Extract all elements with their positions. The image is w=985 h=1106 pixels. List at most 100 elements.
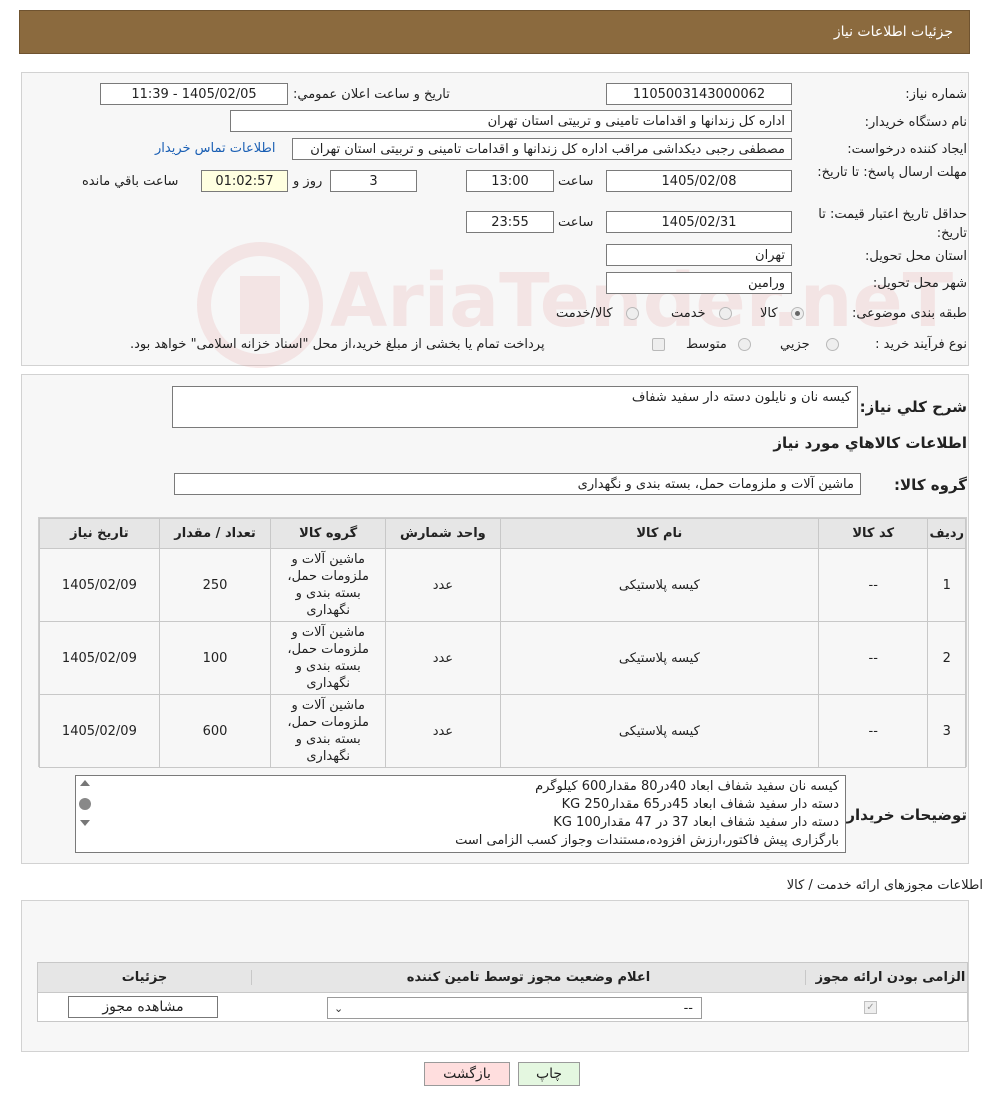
buyer-notes-line: دسته دار سفید شفاف ابعاد 45در65 مقدار250… bbox=[561, 797, 839, 812]
permit-status-select[interactable]: -- ⌄ bbox=[327, 997, 702, 1019]
col-header-name: نام کالا bbox=[499, 518, 820, 549]
process-radio-medium[interactable] bbox=[738, 338, 751, 351]
deadline-label: مهلت ارسال پاسخ: تا تاريخ: bbox=[817, 165, 967, 180]
cell-row: 1 bbox=[927, 548, 966, 622]
buyer-notes-line: دسته دار سفید شفاف ابعاد 37 در 47 مقدار1… bbox=[553, 815, 839, 830]
cell-code: -- bbox=[817, 548, 929, 622]
category-radio-goods[interactable] bbox=[791, 307, 804, 320]
buyer-contact-link[interactable]: اطلاعات تماس خريدار bbox=[155, 141, 275, 156]
category-option-service: خدمت bbox=[671, 306, 706, 321]
city-field: ورامين bbox=[606, 272, 792, 294]
col-header-row: رديف bbox=[927, 518, 966, 549]
permits-table-header: الزامی بودن ارائه مجوز اعلام وضعیت مجوز … bbox=[38, 963, 967, 993]
cell-unit: عدد bbox=[385, 694, 501, 768]
items-table-wrapper: رديف کد کالا نام کالا واحد شمارش گروه کا… bbox=[38, 517, 967, 768]
cell-group: ماشین آلات و ملزومات حمل، بسته بندی و نگ… bbox=[270, 694, 387, 768]
scroll-down-icon[interactable] bbox=[80, 820, 90, 826]
buyer-notes-line: کیسه نان سفید شفاف ابعاد 40در80 مقدار600… bbox=[535, 779, 839, 794]
items-table: رديف کد کالا نام کالا واحد شمارش گروه کا… bbox=[39, 518, 966, 768]
buyer-notes-textarea[interactable]: کیسه نان سفید شفاف ابعاد 40در80 مقدار600… bbox=[75, 775, 846, 853]
buyer-notes-label: توضيحات خريدار: bbox=[840, 806, 967, 824]
announce-field: 1405/02/05 - 11:39 bbox=[100, 83, 288, 105]
cell-name: کیسه پلاستیکی bbox=[499, 694, 820, 768]
deadline-time-label: ساعت bbox=[558, 174, 594, 189]
category-option-goods: کالا bbox=[760, 306, 778, 321]
process-option-minor: جزيي bbox=[780, 337, 810, 352]
cell-group: ماشین آلات و ملزومات حمل، بسته بندی و نگ… bbox=[270, 621, 387, 695]
permits-header-required: الزامی بودن ارائه مجوز bbox=[815, 970, 966, 985]
cell-group: ماشین آلات و ملزومات حمل، بسته بندی و نگ… bbox=[270, 548, 387, 622]
remaining-label: ساعت باقي مانده bbox=[82, 174, 179, 189]
days-field: 3 bbox=[330, 170, 417, 192]
back-button[interactable]: بازگشت bbox=[424, 1062, 510, 1086]
validity-label: حداقل تاريخ اعتبار قيمت: تا تاريخ: bbox=[818, 207, 967, 241]
cell-row: 3 bbox=[927, 694, 966, 768]
cell-name: کیسه پلاستیکی bbox=[499, 621, 820, 695]
treasury-checkbox[interactable] bbox=[652, 338, 665, 351]
page-title: جزئیات اطلاعات نیاز bbox=[833, 24, 953, 40]
notes-scrollbar[interactable] bbox=[76, 776, 94, 852]
chevron-down-icon: ⌄ bbox=[334, 1002, 344, 1015]
category-option-both: کالا/خدمت bbox=[556, 306, 613, 321]
buyer-field: اداره کل زندانها و اقدامات تامینی و تربی… bbox=[230, 110, 792, 132]
days-label: روز و bbox=[293, 174, 323, 189]
goods-group-field: ماشین آلات و ملزومات حمل، بسته بندی و نگ… bbox=[174, 473, 861, 495]
cell-code: -- bbox=[817, 621, 929, 695]
buyer-notes-line: بارگزاری پیش فاکتور،ارزش افزوده،مستندات … bbox=[455, 833, 839, 848]
creator-label: ايجاد کننده درخواست: bbox=[847, 142, 967, 157]
page-header: جزئیات اطلاعات نیاز bbox=[19, 10, 970, 54]
process-note: پرداخت تمام يا بخشی از مبلغ خريد،از محل … bbox=[130, 337, 545, 352]
category-radio-service[interactable] bbox=[719, 307, 732, 320]
permits-table: الزامی بودن ارائه مجوز اعلام وضعیت مجوز … bbox=[37, 962, 968, 1022]
cell-date: 1405/02/09 bbox=[39, 694, 160, 768]
goods-section-title: اطلاعات کالاهاي مورد نياز bbox=[773, 434, 967, 452]
description-textarea[interactable]: کیسه نان و نایلون دسته دار سفید شفاف bbox=[172, 386, 858, 428]
table-row: 2 -- کیسه پلاستیکی عدد ماشین آلات و ملزو… bbox=[39, 621, 966, 695]
category-radio-both[interactable] bbox=[626, 307, 639, 320]
cell-qty: 600 bbox=[158, 694, 272, 768]
validity-time-label: ساعت bbox=[558, 215, 594, 230]
category-label: طبقه بندی موضوعی: bbox=[851, 306, 967, 321]
cell-qty: 250 bbox=[158, 548, 272, 622]
cell-qty: 100 bbox=[158, 621, 272, 695]
scroll-up-icon[interactable] bbox=[80, 780, 90, 786]
permits-header-details: جزئیات bbox=[121, 970, 168, 985]
permit-required-checkbox: ✓ bbox=[864, 1001, 877, 1014]
cell-date: 1405/02/09 bbox=[39, 621, 160, 695]
announce-label: تاريخ و ساعت اعلان عمومي: bbox=[293, 87, 450, 102]
validity-time-field: 23:55 bbox=[466, 211, 554, 233]
cell-unit: عدد bbox=[385, 621, 501, 695]
items-table-header: رديف کد کالا نام کالا واحد شمارش گروه کا… bbox=[39, 518, 966, 549]
validity-date-field: 1405/02/31 bbox=[606, 211, 792, 233]
process-label: نوع فرآيند خريد : bbox=[875, 337, 967, 352]
process-option-medium: متوسط bbox=[686, 337, 727, 352]
buyer-label: نام دستگاه خريدار: bbox=[864, 115, 967, 130]
cell-unit: عدد bbox=[385, 548, 501, 622]
deadline-date-field: 1405/02/08 bbox=[606, 170, 792, 192]
permit-status-value: -- bbox=[683, 1001, 693, 1016]
province-field: تهران bbox=[606, 244, 792, 266]
city-label: شهر محل تحويل: bbox=[872, 276, 967, 291]
col-header-date: تاريخ نياز bbox=[39, 518, 160, 549]
cell-row: 2 bbox=[927, 621, 966, 695]
cell-name: کیسه پلاستیکی bbox=[499, 548, 820, 622]
permits-title: اطلاعات مجوزهای ارائه خدمت / کالا bbox=[786, 878, 983, 893]
col-header-qty: تعداد / مقدار bbox=[158, 518, 272, 549]
view-permit-button[interactable]: مشاهده مجوز bbox=[68, 996, 218, 1018]
col-header-code: کد کالا bbox=[817, 518, 929, 549]
cell-code: -- bbox=[817, 694, 929, 768]
table-row: 1 -- کیسه پلاستیکی عدد ماشین آلات و ملزو… bbox=[39, 548, 966, 622]
cell-date: 1405/02/09 bbox=[39, 548, 160, 622]
permits-header-status: اعلام وضعیت مجوز توسط تامین کننده bbox=[251, 970, 806, 985]
deadline-time-field: 13:00 bbox=[466, 170, 554, 192]
province-label: استان محل تحويل: bbox=[865, 249, 967, 264]
need-number-label: شماره نیاز: bbox=[905, 87, 967, 102]
remaining-time-field: 01:02:57 bbox=[201, 170, 288, 192]
need-number-field: 1105003143000062 bbox=[606, 83, 792, 105]
table-row: 3 -- کیسه پلاستیکی عدد ماشین آلات و ملزو… bbox=[39, 694, 966, 768]
process-radio-minor[interactable] bbox=[826, 338, 839, 351]
description-label: شرح کلي نياز: bbox=[859, 398, 967, 416]
print-button[interactable]: چاپ bbox=[518, 1062, 580, 1086]
scroll-thumb[interactable] bbox=[79, 798, 91, 810]
col-header-unit: واحد شمارش bbox=[385, 518, 501, 549]
